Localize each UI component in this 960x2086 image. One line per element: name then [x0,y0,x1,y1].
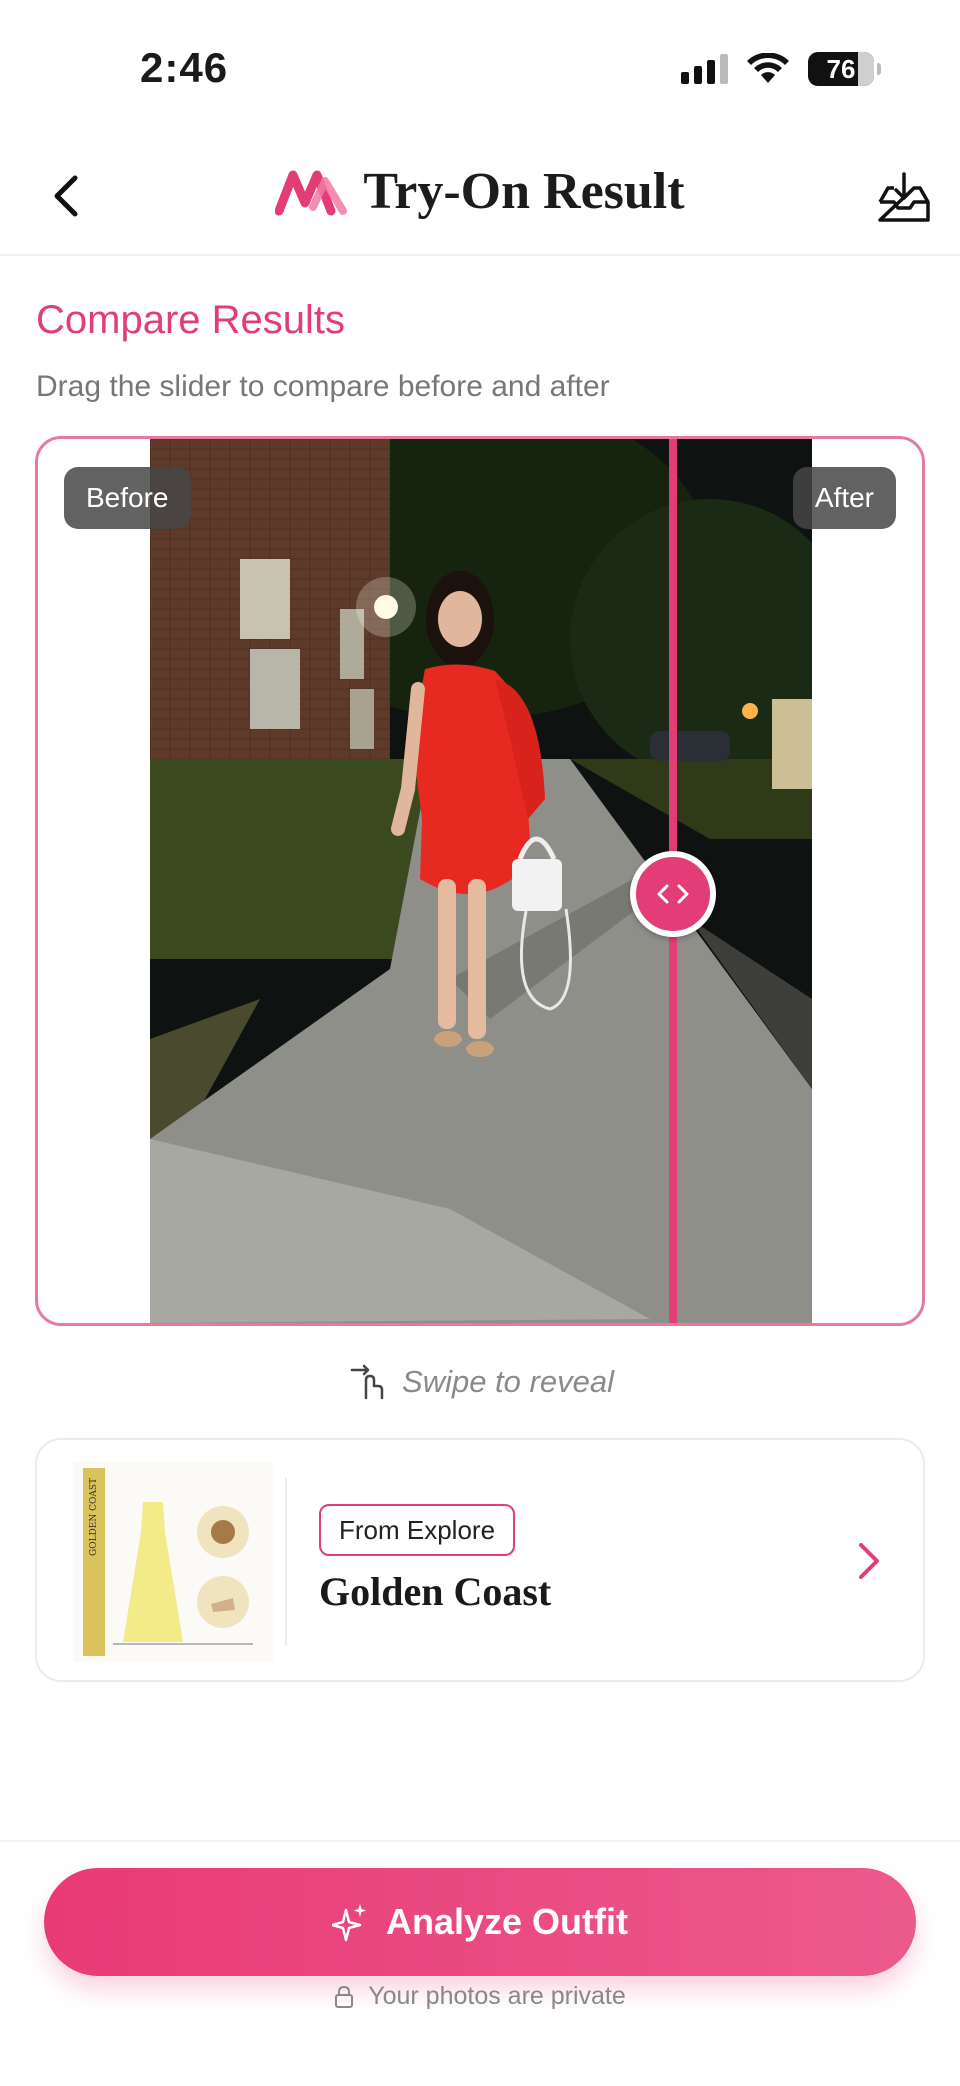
download-button[interactable] [872,168,936,228]
outfit-card-divider [285,1478,287,1646]
battery-icon: 76 [808,52,881,86]
privacy-text: Your photos are private [368,1982,626,2010]
chevron-right-icon[interactable] [849,1536,889,1586]
app-logo-icon [275,170,348,215]
bottom-divider [0,1840,960,1842]
chevron-left-icon [657,884,669,904]
status-time: 2:46 [140,44,229,91]
swipe-hint-text: Swipe to reveal [402,1364,614,1399]
chevron-right-icon [677,884,689,904]
compare-slider-handle[interactable] [629,851,716,937]
after-badge: After [792,467,896,529]
lock-icon [335,1985,354,2008]
before-badge: Before [64,467,191,529]
compare-subtitle: Drag the slider to compare before and af… [36,370,610,403]
analyze-outfit-label: Analyze Outfit [385,1901,628,1942]
outfit-card[interactable]: GOLDEN COAST From Explore Golden Coast [35,1438,925,1682]
swipe-hand-icon [350,1364,384,1400]
compare-card: Before After [35,436,925,1326]
battery-level: 76 [826,53,856,84]
nav-title-group: Try-On Result [0,162,960,221]
page-title: Try-On Result [363,163,685,220]
swipe-hint: Swipe to reveal [0,1362,960,1402]
status-bar: 2:46 76 [0,0,960,130]
compare-title: Compare Results [36,298,346,342]
status-icons: 76 [681,52,881,86]
outfit-thumb-title: GOLDEN COAST [89,1478,99,1556]
wifi-icon [747,53,789,83]
nav-header: Try-On Result [0,150,960,256]
source-badge: From Explore [319,1504,516,1556]
outfit-name: Golden Coast [319,1569,552,1614]
cellular-signal-icon [681,54,728,84]
download-tray-icon [878,172,930,222]
outfit-thumbnail: GOLDEN COAST [73,1462,273,1662]
privacy-note: Your photos are private [0,1982,960,2011]
analyze-outfit-button[interactable]: Analyze Outfit [44,1868,916,1976]
sparkle-icon [331,1904,366,1942]
